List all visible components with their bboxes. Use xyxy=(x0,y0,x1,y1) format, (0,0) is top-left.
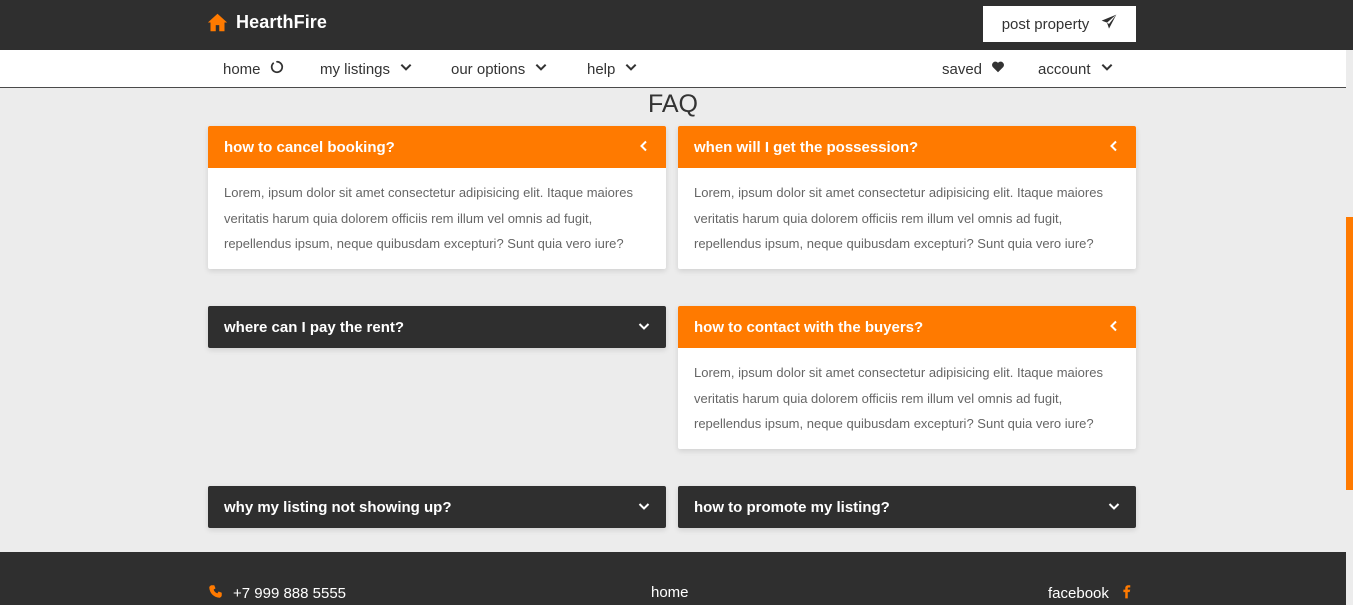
nav-help[interactable]: help xyxy=(587,50,638,88)
nav-my-listings[interactable]: my listings xyxy=(320,50,413,88)
faq-item: how to contact with the buyers? Lorem, i… xyxy=(678,306,1136,449)
nav-my-listings-label: my listings xyxy=(320,60,391,78)
faq-question-header[interactable]: how to contact with the buyers? xyxy=(678,306,1136,348)
faq-question-header[interactable]: how to cancel booking? xyxy=(208,126,666,168)
chevron-down-icon xyxy=(534,60,548,78)
chevron-down-icon xyxy=(638,319,650,336)
footer-phone-number: +7 999 888 5555 xyxy=(233,585,347,602)
brand-name: HearthFire xyxy=(236,12,328,32)
nav-home-label: home xyxy=(223,60,261,78)
nav-our-options[interactable]: our options xyxy=(451,50,548,88)
top-header: HearthFire post property xyxy=(0,0,1353,50)
faq-question-header[interactable]: when will I get the possession? xyxy=(678,126,1136,168)
faq-item: how to cancel booking? Lorem, ipsum dolo… xyxy=(208,126,666,269)
faq-item: why my listing not showing up? xyxy=(208,486,666,528)
chevron-down-icon xyxy=(1100,60,1114,78)
faq-answer: Lorem, ipsum dolor sit amet consectetur … xyxy=(694,185,1103,251)
chevron-down-icon xyxy=(399,60,413,78)
footer-link-facebook[interactable]: facebook xyxy=(1048,584,1134,603)
faq-question: where can I pay the rent? xyxy=(224,318,405,336)
house-icon xyxy=(207,12,228,33)
paper-plane-icon xyxy=(1101,14,1117,34)
phone-icon xyxy=(208,584,223,603)
faq-question-header[interactable]: why my listing not showing up? xyxy=(208,486,666,528)
post-property-label: post property xyxy=(1001,15,1090,33)
nav-help-label: help xyxy=(587,60,616,78)
faq-question: how to contact with the buyers? xyxy=(694,318,924,336)
nav-account-label: account xyxy=(1038,60,1091,78)
brand-logo[interactable]: HearthFire xyxy=(207,12,327,33)
nav-account[interactable]: account xyxy=(1038,50,1114,88)
facebook-f-icon xyxy=(1119,584,1134,603)
faq-answer: Lorem, ipsum dolor sit amet consectetur … xyxy=(694,365,1103,431)
faq-item: how to promote my listing? xyxy=(678,486,1136,528)
chevron-left-icon xyxy=(638,139,650,156)
footer-home-label: home xyxy=(651,584,689,601)
footer-phone[interactable]: +7 999 888 5555 xyxy=(208,584,346,603)
chevron-left-icon xyxy=(1108,139,1120,156)
heart-icon xyxy=(991,60,1005,78)
faq-question-header[interactable]: how to promote my listing? xyxy=(678,486,1136,528)
faq-question: how to cancel booking? xyxy=(224,138,395,156)
main-nav: home my listings our options help saved … xyxy=(0,50,1346,88)
faq-question: how to promote my listing? xyxy=(694,498,890,516)
footer-facebook-label: facebook xyxy=(1048,585,1109,602)
faq-item: when will I get the possession? Lorem, i… xyxy=(678,126,1136,269)
faq-question-header[interactable]: where can I pay the rent? xyxy=(208,306,666,348)
faq-title: FAQ xyxy=(647,90,698,118)
faq-answer: Lorem, ipsum dolor sit amet consectetur … xyxy=(224,185,633,251)
nav-saved[interactable]: saved xyxy=(942,50,1005,88)
post-property-button[interactable]: post property xyxy=(983,6,1136,42)
chevron-down-icon xyxy=(1108,499,1120,516)
chevron-left-icon xyxy=(1108,319,1120,336)
faq-question: why my listing not showing up? xyxy=(224,498,452,516)
nav-saved-label: saved xyxy=(942,60,983,78)
nav-our-options-label: our options xyxy=(451,60,526,78)
footer: +7 999 888 5555 home facebook xyxy=(0,552,1346,605)
footer-link-home[interactable]: home xyxy=(651,584,689,601)
faq-item: where can I pay the rent? xyxy=(208,306,666,348)
chevron-down-icon xyxy=(624,60,638,78)
circle-notch-icon xyxy=(270,60,284,78)
nav-home[interactable]: home xyxy=(223,50,284,88)
chevron-down-icon xyxy=(638,499,650,516)
faq-question: when will I get the possession? xyxy=(694,138,919,156)
page-scrollbar-thumb[interactable] xyxy=(1346,217,1353,490)
